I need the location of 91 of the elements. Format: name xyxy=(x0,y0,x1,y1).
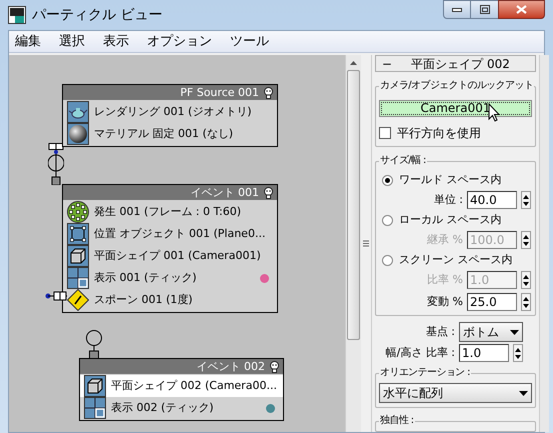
field-label: 単位 : xyxy=(434,192,463,208)
cube-icon xyxy=(84,375,106,397)
connector-drawing xyxy=(48,143,64,185)
operator-row[interactable]: 平面シェイプ 001 (Camera001) xyxy=(63,245,277,267)
close-icon xyxy=(516,5,527,14)
number-field[interactable]: 25.0 xyxy=(467,293,517,311)
operator-row[interactable]: 発生 001 (フレーム : 0 T:60) xyxy=(63,201,277,223)
operator-label: 位置 オブジェクト 001 (Plane0... xyxy=(94,226,266,242)
input-connector-drawing xyxy=(85,330,103,359)
grid-icon xyxy=(84,397,106,419)
maximize-button[interactable] xyxy=(471,0,498,19)
field-label: 比率 % xyxy=(427,272,463,288)
radio-label: スクリーン スペース内 xyxy=(399,252,512,268)
spinner-button[interactable] xyxy=(521,271,531,289)
splitter-grip-icon[interactable] xyxy=(363,240,369,247)
grid-icon xyxy=(67,267,89,289)
operator-label: 表示 002 (ティック) xyxy=(111,400,215,416)
number-field[interactable]: 40.0 xyxy=(467,191,517,209)
caret-icon xyxy=(510,330,519,334)
radio-label: ローカル スペース内 xyxy=(399,212,502,228)
output-connector-drawing xyxy=(45,291,67,301)
collapse-toggle[interactable]: − xyxy=(382,58,392,70)
up-down-arrows-icon xyxy=(523,194,529,206)
operator-label: 平面シェイプ 002 (Camera00... xyxy=(111,378,277,394)
operator-label: スポーン 001 (1度) xyxy=(94,292,194,308)
operator-row[interactable]: マテリアル 固定 001 (なし) xyxy=(63,123,277,145)
frame-icon xyxy=(67,223,89,245)
minimize-button[interactable] xyxy=(443,0,471,19)
spinner-button[interactable] xyxy=(521,191,531,209)
window-title: パーティクル ビュー xyxy=(32,6,162,24)
panel-scrollbar[interactable] xyxy=(539,55,549,432)
restore-icon xyxy=(480,5,490,14)
up-down-arrows-icon xyxy=(523,274,529,286)
field-label: 幅/高さ 比率 : xyxy=(386,344,455,361)
sphere-icon xyxy=(67,123,89,145)
checkbox-label: 平行方向を使用 xyxy=(397,125,481,142)
up-down-arrows-icon xyxy=(523,296,529,308)
radio-label: ワールド スペース内 xyxy=(399,172,502,188)
operator-label: 発生 001 (フレーム : 0 T:60) xyxy=(94,204,242,220)
operator-label: レンダリング 001 (ジオメトリ) xyxy=(94,104,253,120)
event-node[interactable]: イベント 002 平面シェイプ 002 (Camera00... 表示 002 (ティック) xyxy=(79,358,284,421)
radio-button[interactable] xyxy=(382,214,393,226)
node-title: PF Source 001 xyxy=(180,87,259,98)
dropdown-value: ボトム xyxy=(463,324,499,341)
menu-item[interactable]: オプション xyxy=(147,32,212,52)
field-label: 継承 % xyxy=(427,232,463,248)
rollout-header[interactable]: − 平面シェイプ 002 xyxy=(375,55,536,72)
checkbox[interactable] xyxy=(379,127,391,139)
operator-row[interactable]: 表示 002 (ティック) xyxy=(80,397,283,419)
menu-item[interactable]: 選択 xyxy=(59,32,85,52)
menu-item[interactable]: 表示 xyxy=(103,32,129,52)
spinner-button[interactable] xyxy=(513,344,523,362)
cursor-icon xyxy=(488,102,501,122)
spinner-button[interactable] xyxy=(521,293,531,311)
rollout-title: 平面シェイプ 002 xyxy=(410,56,511,72)
field-label: 変動 % xyxy=(427,294,463,310)
cube-icon xyxy=(67,245,89,267)
scrollbar[interactable] xyxy=(345,55,361,432)
diamond-icon xyxy=(67,289,89,311)
scroll-up-icon[interactable] xyxy=(350,61,357,65)
operator-row[interactable]: 表示 001 (ティック) xyxy=(63,267,277,289)
menu-item[interactable]: 編集 xyxy=(15,32,41,52)
operator-row[interactable]: 位置 オブジェクト 001 (Plane0... xyxy=(63,223,277,245)
up-down-arrows-icon xyxy=(515,348,521,358)
event-node[interactable]: イベント 001 発生 001 (フレーム : 0 T:60) 位置 オブジェクト 001 (Plane0... 平面シェイプ 001 (Camera001) 表示 001 (ティック) スポーン 001 (1度) xyxy=(62,184,278,313)
field-label: 基点 : xyxy=(426,324,455,340)
close-button[interactable] xyxy=(498,0,545,19)
dots-circle-icon xyxy=(67,201,89,223)
operator-row[interactable]: 平面シェイプ 002 (Camera00... xyxy=(80,375,283,397)
event-node[interactable]: PF Source 001 レンダリング 001 (ジオメトリ) マテリアル 固定 001 (なし) xyxy=(62,84,278,147)
dropdown[interactable]: ボトム xyxy=(459,322,523,342)
particle-canvas[interactable] xyxy=(9,55,345,432)
minimize-icon xyxy=(452,8,462,12)
radio-button[interactable] xyxy=(382,174,393,186)
scrollbar-thumb[interactable] xyxy=(347,70,360,340)
operator-row[interactable]: スポーン 001 (1度) xyxy=(63,289,277,311)
radio-button[interactable] xyxy=(382,254,393,266)
dropdown-value: 水平に配列 xyxy=(383,385,443,402)
operator-label: 平面シェイプ 001 (Camera001) xyxy=(94,248,262,264)
caret-icon xyxy=(519,390,528,396)
node-title: イベント 001 xyxy=(190,187,259,198)
app-icon xyxy=(8,6,26,24)
operator-label: 表示 001 (ティック) xyxy=(94,270,198,286)
menu-item[interactable]: ツール xyxy=(230,32,269,52)
spinner-button[interactable] xyxy=(521,231,531,249)
operator-label: マテリアル 固定 001 (なし) xyxy=(94,126,234,142)
dropdown[interactable]: 水平に配列 xyxy=(379,383,532,403)
up-down-arrows-icon xyxy=(523,234,529,246)
number-field[interactable]: 1.0 xyxy=(459,344,509,362)
node-title: イベント 002 xyxy=(196,361,265,372)
operator-row[interactable]: レンダリング 001 (ジオメトリ) xyxy=(63,101,277,123)
